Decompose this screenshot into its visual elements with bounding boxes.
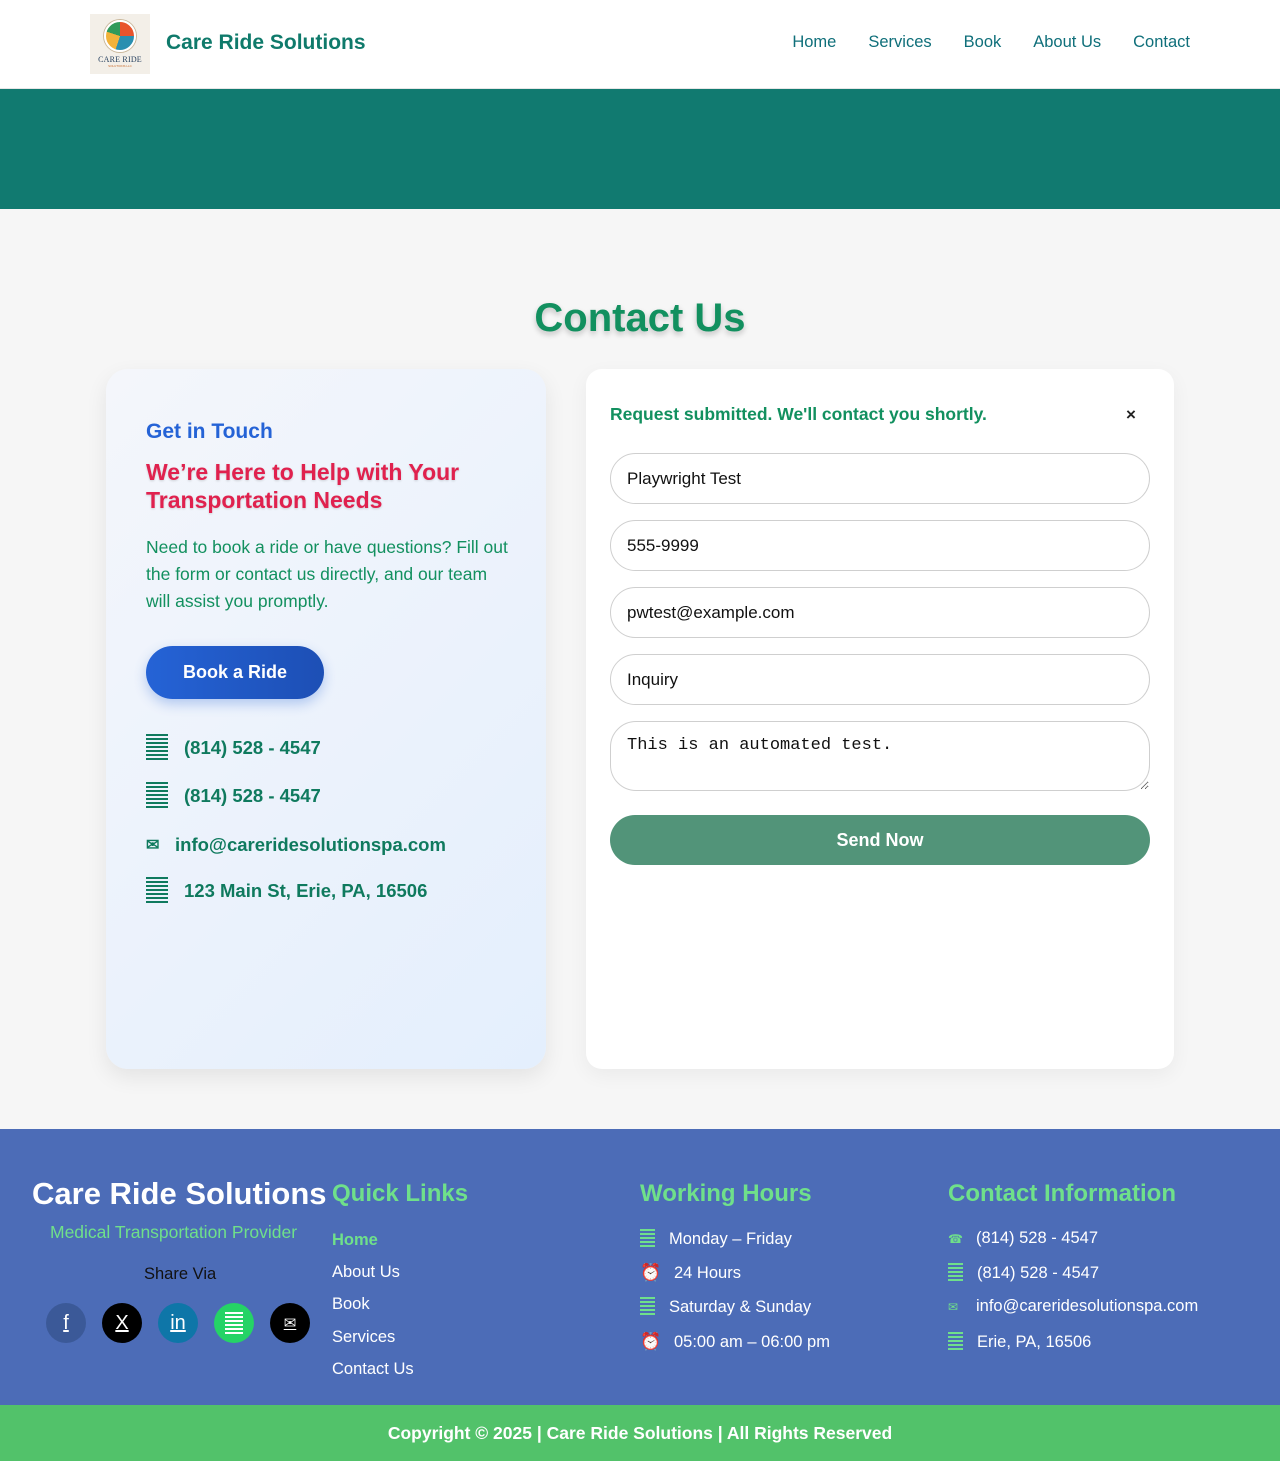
linkedin-icon: in <box>170 1311 186 1334</box>
contact-information-heading: Contact Information <box>948 1180 1176 1207</box>
info-description: Need to book a ride or have questions? F… <box>146 537 508 611</box>
message-field[interactable]: This is an automated test. <box>610 721 1150 791</box>
footer-brand: Care Ride Solutions <box>32 1176 327 1211</box>
footer-phone-1: (814) 528 - 4547 <box>976 1229 1099 1247</box>
facebook-share-button[interactable]: f <box>46 1303 86 1343</box>
share-via-label: Share Via <box>144 1265 217 1283</box>
hero-banner <box>0 89 1280 209</box>
nav-services[interactable]: Services <box>868 33 931 52</box>
book-a-ride-button[interactable]: Book a Ride <box>146 646 324 699</box>
telephone-icon: ☎ <box>948 1231 963 1246</box>
page-title: Contact Us <box>534 296 746 340</box>
close-message-button[interactable]: × <box>1126 405 1136 425</box>
address-row: 123 Main St, Erie, PA, 16506 <box>146 877 427 905</box>
phone-icon <box>146 782 168 810</box>
address-text: 123 Main St, Erie, PA, 16506 <box>184 880 428 901</box>
facebook-icon: f <box>63 1311 69 1334</box>
nav-book[interactable]: Book <box>964 33 1002 52</box>
footer-link-book[interactable]: Book <box>332 1295 370 1314</box>
weekday-label: Monday – Friday <box>669 1229 792 1248</box>
email-text: info@careridesolutionspa.com <box>175 834 446 855</box>
contact-form-card: Request submitted. We'll contact you sho… <box>586 369 1174 1069</box>
phone-icon <box>948 1263 963 1283</box>
phone-icon <box>146 734 168 762</box>
footer-location: Erie, PA, 16506 <box>977 1332 1092 1351</box>
weekend-hours: 05:00 am – 06:00 pm <box>674 1332 830 1351</box>
site-footer: Care Ride Solutions Medical Transportati… <box>0 1129 1280 1405</box>
footer-phone-2: (814) 528 - 4547 <box>977 1263 1100 1282</box>
copyright-bar: Copyright © 2025 | Care Ride Solutions |… <box>0 1405 1280 1461</box>
calendar-icon <box>640 1297 655 1317</box>
weekend-label-row: Saturday & Sunday <box>640 1297 811 1317</box>
main-nav: Home Services Book About Us Contact <box>792 33 1190 52</box>
weekend-label: Saturday & Sunday <box>669 1297 812 1316</box>
x-icon: X <box>115 1311 129 1334</box>
nav-contact[interactable]: Contact <box>1133 33 1190 52</box>
whatsapp-icon <box>225 1312 243 1334</box>
phone-row-2[interactable]: (814) 528 - 4547 <box>146 782 321 810</box>
location-icon <box>146 877 168 905</box>
email-field[interactable] <box>610 587 1150 638</box>
envelope-icon: ✉ <box>146 837 160 854</box>
nav-home[interactable]: Home <box>792 33 836 52</box>
footer-phone-row-1[interactable]: ☎ (814) 528 - 4547 <box>948 1229 1098 1248</box>
phone-2-text: (814) 528 - 4547 <box>184 785 321 806</box>
logo-subtext: SOLUTIONS LLC <box>108 64 132 68</box>
footer-location-row: Erie, PA, 16506 <box>948 1332 1091 1352</box>
weekend-hours-row: ⏰ 05:00 am – 06:00 pm <box>640 1332 830 1352</box>
phone-row-1[interactable]: (814) 528 - 4547 <box>146 734 321 762</box>
brand-name[interactable]: Care Ride Solutions <box>166 31 366 55</box>
logo-text: CARE RIDE <box>98 55 142 64</box>
calendar-icon <box>640 1229 655 1249</box>
nav-about-us[interactable]: About Us <box>1033 33 1101 52</box>
get-in-touch-heading: Get in Touch <box>146 420 273 443</box>
footer-link-about-us[interactable]: About Us <box>332 1263 400 1282</box>
email-row[interactable]: ✉ info@careridesolutionspa.com <box>146 834 446 856</box>
name-field[interactable] <box>610 453 1150 504</box>
help-headline: We’re Here to Help with Your Transportat… <box>146 459 460 513</box>
contact-info-card: Get in Touch We’re Here to Help with You… <box>106 369 546 1069</box>
phone-field[interactable] <box>610 520 1150 571</box>
footer-phone-row-2[interactable]: (814) 528 - 4547 <box>948 1263 1099 1283</box>
success-message: Request submitted. We'll contact you sho… <box>610 404 987 424</box>
quick-links-heading: Quick Links <box>332 1180 469 1207</box>
subject-field[interactable] <box>610 654 1150 705</box>
site-logo[interactable]: CARE RIDE SOLUTIONS LLC <box>90 14 150 74</box>
site-header: CARE RIDE SOLUTIONS LLC Care Ride Soluti… <box>0 0 1280 89</box>
x-share-button[interactable]: X <box>102 1303 142 1343</box>
footer-tagline: Medical Transportation Provider <box>50 1222 298 1242</box>
working-hours-heading: Working Hours <box>640 1180 812 1207</box>
footer-link-services[interactable]: Services <box>332 1328 395 1347</box>
footer-link-home[interactable]: Home <box>332 1231 378 1250</box>
footer-link-contact-us[interactable]: Contact Us <box>332 1360 414 1379</box>
weekday-hours: 24 Hours <box>674 1263 741 1282</box>
email-share-button[interactable]: ✉ <box>270 1303 310 1343</box>
location-icon <box>948 1332 963 1352</box>
send-now-button[interactable]: Send Now <box>610 815 1150 865</box>
weekday-label-row: Monday – Friday <box>640 1229 792 1249</box>
weekday-hours-row: ⏰ 24 Hours <box>640 1263 741 1283</box>
footer-email-row[interactable]: ✉ info@careridesolutionspa.com <box>948 1297 1198 1316</box>
whatsapp-share-button[interactable] <box>214 1303 254 1343</box>
phone-1-text: (814) 528 - 4547 <box>184 737 321 758</box>
envelope-icon: ✉ <box>948 1299 959 1314</box>
footer-email: info@careridesolutionspa.com <box>976 1297 1199 1315</box>
alarm-clock-icon: ⏰ <box>640 1332 662 1351</box>
logo-emblem-icon <box>104 20 136 52</box>
alarm-clock-icon: ⏰ <box>640 1263 662 1282</box>
email-icon: ✉ <box>283 1315 297 1332</box>
linkedin-share-button[interactable]: in <box>158 1303 198 1343</box>
